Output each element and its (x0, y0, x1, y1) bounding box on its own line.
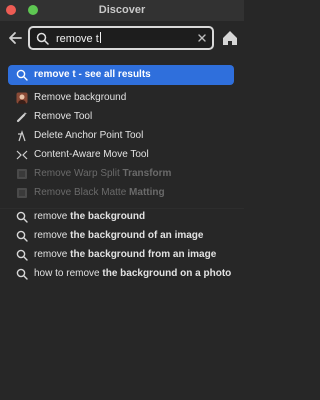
tool-label: Delete Anchor Point Tool (34, 130, 144, 141)
search-icon (16, 268, 28, 280)
suggestion-item[interactable]: remove the background (0, 208, 244, 226)
tool-item-delete-anchor-point[interactable]: Delete Anchor Point Tool (0, 127, 244, 145)
delete-anchor-point-icon (18, 130, 26, 142)
suggestion-item[interactable]: remove the background from an image (0, 246, 244, 264)
tool-label: Remove background (34, 92, 127, 103)
menu-item-remove-warp-split: Remove Warp Split Transform (0, 165, 244, 183)
search-icon (16, 230, 28, 242)
search-icon (36, 32, 49, 45)
suggestion-label: remove the background (34, 211, 146, 222)
search-input[interactable]: remove t (28, 26, 214, 50)
clear-search-icon[interactable] (197, 33, 207, 43)
see-all-results-label: remove t - see all results (34, 69, 151, 80)
search-icon (16, 211, 28, 223)
tool-label: Remove Black Matte Matting (34, 187, 165, 198)
menu-item-icon (17, 169, 27, 179)
back-arrow-icon[interactable] (6, 29, 24, 47)
menu-item-remove-black-matte: Remove Black Matte Matting (0, 184, 244, 202)
see-all-results-item[interactable]: remove t - see all results (8, 65, 234, 85)
window-title: Discover (98, 4, 146, 16)
title-bar: Discover (0, 0, 244, 21)
menu-item-icon (17, 188, 27, 198)
remove-tool-icon (16, 112, 27, 123)
tool-item-content-aware-move[interactable]: Content-Aware Move Tool (0, 146, 244, 164)
content-aware-move-icon (16, 150, 28, 160)
suggestion-label: remove the background of an image (34, 230, 204, 241)
search-value[interactable]: remove t (56, 32, 101, 45)
tool-label: Remove Warp Split Transform (34, 168, 172, 179)
tool-label: Content-Aware Move Tool (34, 149, 149, 160)
tool-label: Remove Tool (34, 111, 93, 122)
tool-item-remove-background[interactable]: Remove background (0, 89, 244, 107)
home-icon[interactable] (222, 29, 238, 47)
remove-background-icon (16, 92, 28, 104)
suggestion-label: remove the background from an image (34, 249, 217, 260)
search-icon (16, 69, 28, 81)
text-caret (99, 32, 101, 43)
suggestion-item[interactable]: how to remove the background on a photo (0, 265, 244, 283)
tool-item-remove-tool[interactable]: Remove Tool (0, 108, 244, 126)
suggestion-label: how to remove the background on a photo (34, 268, 232, 279)
toolbar: remove t (0, 21, 244, 57)
suggestion-item[interactable]: remove the background of an image (0, 227, 244, 245)
search-icon (16, 249, 28, 261)
